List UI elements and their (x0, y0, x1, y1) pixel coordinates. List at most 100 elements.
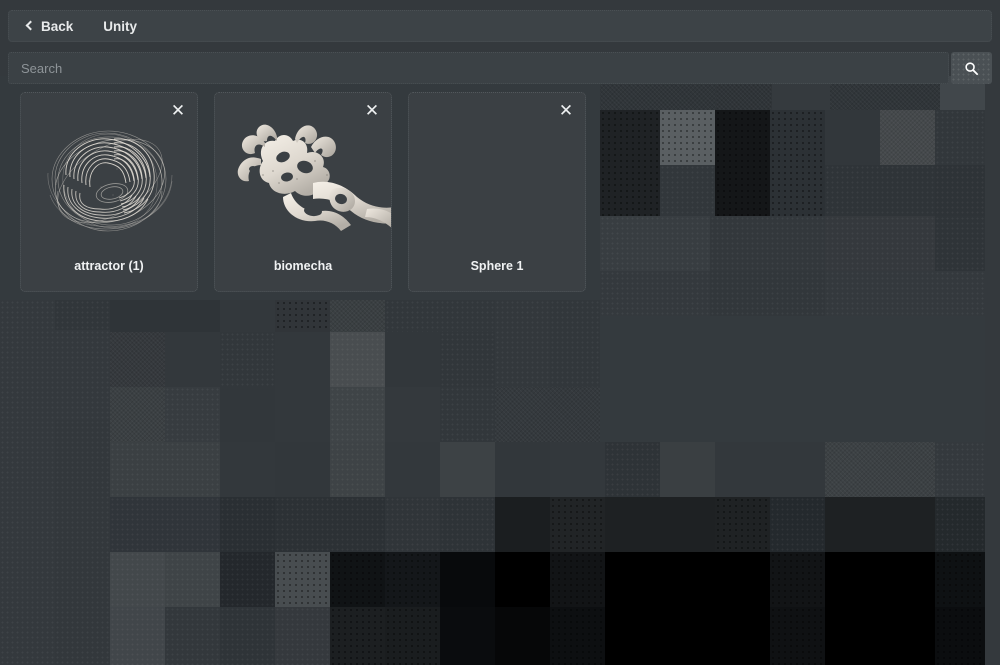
mosaic-tile (330, 442, 385, 497)
mosaic-tile (710, 216, 825, 271)
asset-thumbnail-biomecha (215, 109, 391, 259)
mosaic-tile (770, 607, 825, 665)
chevron-left-icon (25, 20, 36, 31)
mosaic-tile (440, 607, 495, 665)
asset-card-grid: ✕ attractor (1) ✕ biomecha ✕ Sphere 1 (20, 92, 586, 292)
asset-card-label: attractor (1) (74, 259, 144, 273)
mosaic-tile (275, 497, 385, 552)
mosaic-tile (220, 552, 275, 607)
mosaic-tile (165, 607, 220, 665)
mosaic-tile (770, 110, 825, 216)
mosaic-tile (825, 271, 1000, 316)
mosaic-tile (55, 300, 110, 330)
mosaic-tile (110, 387, 165, 442)
mosaic-tile (220, 387, 275, 442)
mosaic-tile (550, 442, 605, 497)
mosaic-tile (330, 300, 385, 332)
mosaic-tile (715, 497, 770, 552)
mosaic-tile (935, 552, 985, 607)
mosaic-tile (715, 442, 825, 497)
search-button[interactable] (951, 52, 992, 84)
mosaic-tile (600, 271, 710, 316)
mosaic-tile (440, 552, 495, 607)
mosaic-tile (825, 442, 935, 497)
mosaic-tile (220, 607, 275, 665)
mosaic-tile (495, 497, 550, 552)
mosaic-tile (0, 300, 55, 420)
mosaic-tile (330, 607, 385, 665)
asset-card-attractor[interactable]: ✕ attractor (1) (20, 92, 198, 292)
mosaic-tile (825, 165, 935, 216)
back-button[interactable]: Back (25, 19, 73, 34)
mosaic-tile (55, 330, 110, 420)
close-icon[interactable]: ✕ (362, 101, 382, 121)
mosaic-tile (220, 332, 275, 387)
mosaic-tile (385, 387, 440, 442)
mosaic-tile (770, 552, 825, 607)
mosaic-tile (220, 442, 275, 497)
mosaic-tile (330, 332, 385, 387)
mosaic-tile (495, 607, 550, 665)
mosaic-tile (605, 497, 715, 552)
mosaic-tile (495, 552, 550, 607)
asset-thumbnail-sphere-1 (409, 109, 585, 259)
asset-card-biomecha[interactable]: ✕ biomecha (214, 92, 392, 292)
mosaic-tile (495, 442, 550, 497)
mosaic-tile (440, 497, 495, 552)
mosaic-tile (330, 552, 385, 607)
mosaic-tile (880, 110, 935, 165)
mosaic-tile (550, 552, 605, 607)
mosaic-tile (330, 387, 385, 442)
mosaic-tile (110, 497, 220, 552)
mosaic-tile (550, 300, 600, 387)
mosaic-tile (985, 76, 1000, 665)
mosaic-tile (825, 497, 935, 552)
mosaic-tile (110, 552, 165, 607)
mosaic-tile (600, 110, 660, 216)
mosaic-tile (495, 300, 550, 387)
mosaic-tile (385, 497, 440, 552)
mosaic-tile (275, 552, 330, 607)
mosaic-tile (0, 420, 55, 665)
mosaic-tile (605, 607, 715, 665)
mosaic-tile (715, 607, 770, 665)
mosaic-tile (825, 216, 935, 271)
mosaic-tile (55, 420, 110, 665)
mosaic-tile (550, 497, 605, 552)
mosaic-tile (660, 442, 715, 497)
mosaic-tile (440, 442, 495, 497)
close-icon[interactable]: ✕ (168, 101, 188, 121)
mosaic-tile (605, 442, 660, 497)
mosaic-tile (715, 552, 770, 607)
mosaic-tile (165, 387, 220, 442)
mosaic-tile (385, 607, 440, 665)
mosaic-tile (825, 110, 880, 165)
asset-card-sphere-1[interactable]: ✕ Sphere 1 (408, 92, 586, 292)
mosaic-tile (660, 165, 715, 216)
mosaic-tile (275, 332, 330, 387)
top-navigation-bar: Back Unity (8, 10, 992, 42)
mosaic-tile (660, 110, 715, 165)
asset-card-label: Sphere 1 (470, 259, 524, 273)
mosaic-tile (220, 497, 275, 552)
mosaic-tile (110, 607, 165, 665)
mosaic-tile (275, 442, 330, 497)
mosaic-tile (275, 300, 330, 332)
search-icon (965, 61, 979, 75)
search-bar (8, 52, 992, 84)
asset-card-label: biomecha (273, 259, 333, 273)
mosaic-tile (825, 607, 935, 665)
mosaic-tile (440, 332, 495, 387)
mosaic-tile (385, 442, 440, 497)
mosaic-tile (275, 607, 330, 665)
mosaic-tile (165, 552, 220, 607)
mosaic-tile (715, 110, 770, 216)
mosaic-tile (110, 442, 220, 497)
mosaic-tile (600, 216, 710, 271)
mosaic-tile (275, 387, 330, 442)
app-title: Unity (103, 18, 138, 34)
close-icon[interactable]: ✕ (556, 101, 576, 121)
search-input[interactable] (8, 52, 949, 84)
mosaic-tile (385, 300, 495, 332)
mosaic-tile (495, 387, 600, 442)
